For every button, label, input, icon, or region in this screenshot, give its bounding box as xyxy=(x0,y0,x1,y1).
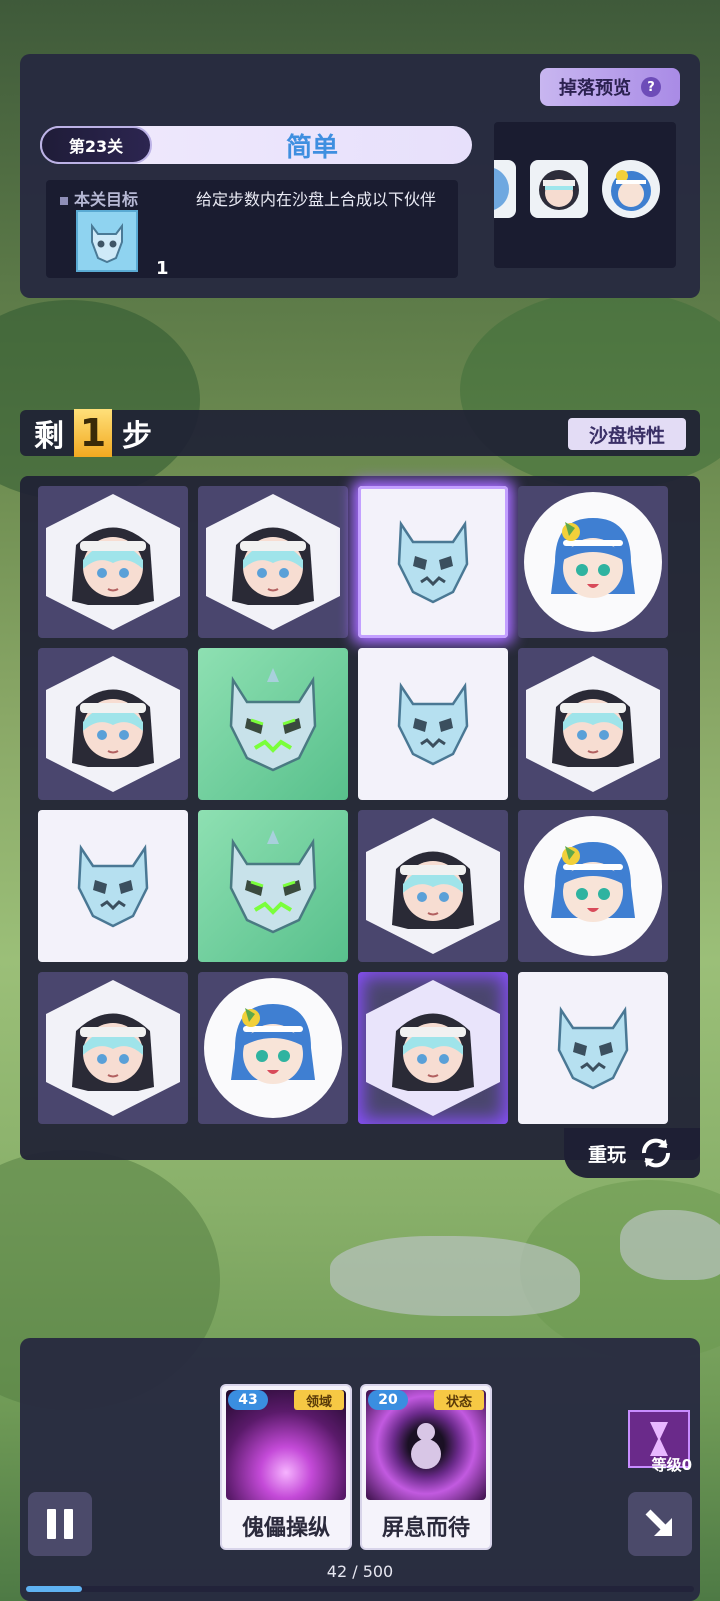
skill-panel: 43 领域 傀儡操纵 20 状态 屏息而待 等级0 42 / 500 xyxy=(20,1338,700,1601)
green-demon-mask-icon xyxy=(213,824,333,948)
board-cell-3-0[interactable] xyxy=(38,972,188,1124)
goal-label: 本关目标 xyxy=(60,186,138,210)
progress-fill xyxy=(26,1586,83,1592)
drop-item-partial[interactable] xyxy=(494,160,516,218)
nun-girl-icon xyxy=(58,505,168,619)
board-cell-3-2[interactable] xyxy=(358,972,508,1124)
arrow-down-right-icon xyxy=(645,1509,672,1536)
skill-card-puppet[interactable]: 43 领域 傀儡操纵 xyxy=(220,1384,352,1550)
replay-label: 重玩 xyxy=(587,1143,626,1166)
board-cell-1-1[interactable] xyxy=(198,648,348,800)
board-cell-3-1[interactable] xyxy=(198,972,348,1124)
goal-target-count: 1 xyxy=(156,258,169,279)
nun-girl-icon xyxy=(218,505,328,619)
goal-section: 本关目标 给定步数内在沙盘上合成以下伙伴 1 xyxy=(46,180,458,279)
board-cell-0-0[interactable] xyxy=(38,486,188,638)
steps-suffix: 步 xyxy=(122,419,152,454)
board-cell-2-1[interactable] xyxy=(198,810,348,962)
board-cell-1-3[interactable] xyxy=(518,648,668,800)
board-cell-1-2[interactable] xyxy=(358,648,508,800)
card-type: 状态 xyxy=(434,1390,484,1410)
green-demon-mask-icon xyxy=(213,662,333,786)
card-cost: 20 xyxy=(368,1390,408,1410)
drop-preview-button[interactable]: 掉落预览 ? xyxy=(540,68,680,106)
drop-preview-label: 掉落预览 xyxy=(559,78,631,99)
card-cost: 43 xyxy=(228,1390,268,1410)
board-cell-0-2[interactable] xyxy=(358,486,508,638)
ice-demon-mask-icon xyxy=(383,672,483,776)
drop-item-lemon-girl[interactable] xyxy=(602,160,660,218)
nun-girl-icon xyxy=(58,991,168,1105)
lemon-girl-icon xyxy=(611,170,651,211)
game-board xyxy=(20,476,700,1160)
lemon-girl-icon xyxy=(535,826,651,946)
progress-text: 42 / 500 xyxy=(326,1562,394,1581)
ice-demon-mask-icon xyxy=(63,834,163,938)
skill-card-wait[interactable]: 20 状态 屏息而待 xyxy=(360,1384,492,1550)
lemon-girl-icon xyxy=(535,502,651,622)
replay-icon xyxy=(641,1138,671,1168)
level-bar: 第23关 简单 xyxy=(40,126,472,164)
board-cell-0-3[interactable] xyxy=(518,486,668,638)
goal-target-tile[interactable] xyxy=(76,210,138,272)
card-name: 屏息而待 xyxy=(381,1516,470,1541)
level-info-panel: 掉落预览 ? 第23关 简单 本关目标 给定步数内在沙盘上合成以下伙伴 1 xyxy=(20,54,700,298)
ice-demon-mask-icon xyxy=(383,510,483,614)
board-cell-0-1[interactable] xyxy=(198,486,348,638)
pause-icon xyxy=(43,1509,77,1539)
drop-preview-list xyxy=(494,122,676,268)
drop-item-nun-girl[interactable] xyxy=(530,160,588,218)
progress-bar xyxy=(26,1586,694,1592)
nun-girl-icon xyxy=(538,667,648,781)
steps-bar: 剩 1 步 沙盘特性 xyxy=(20,409,700,457)
ice-demon-mask-icon xyxy=(91,223,123,264)
board-cell-2-2[interactable] xyxy=(358,810,508,962)
steps-count: 1 xyxy=(74,409,112,457)
nun-girl-icon xyxy=(539,170,579,210)
board-cell-2-3[interactable] xyxy=(518,810,668,962)
card-type: 领域 xyxy=(294,1390,344,1410)
nun-girl-icon xyxy=(378,829,488,943)
goal-description: 给定步数内在沙盘上合成以下伙伴 xyxy=(196,190,437,209)
character-icon xyxy=(494,168,509,210)
help-icon[interactable]: ? xyxy=(641,77,661,97)
sandbox-traits-button[interactable]: 沙盘特性 xyxy=(568,418,686,450)
steps-prefix: 剩 xyxy=(34,419,64,454)
lemon-girl-icon xyxy=(215,988,331,1108)
card-name: 傀儡操纵 xyxy=(241,1516,330,1541)
replay-button[interactable]: 重玩 xyxy=(564,1128,700,1178)
remaining-steps: 剩 1 步 xyxy=(34,409,152,457)
pause-button[interactable] xyxy=(28,1492,92,1556)
board-cell-1-0[interactable] xyxy=(38,648,188,800)
level-badge-label: 等级0 xyxy=(651,1456,692,1474)
level-number: 第23关 xyxy=(40,126,152,164)
end-turn-button[interactable] xyxy=(628,1492,692,1556)
nun-girl-icon xyxy=(378,991,488,1105)
ice-demon-mask-icon xyxy=(543,996,643,1100)
nun-girl-icon xyxy=(58,667,168,781)
board-cell-3-3[interactable] xyxy=(518,972,668,1124)
difficulty-label: 简单 xyxy=(285,132,338,163)
board-cell-2-0[interactable] xyxy=(38,810,188,962)
